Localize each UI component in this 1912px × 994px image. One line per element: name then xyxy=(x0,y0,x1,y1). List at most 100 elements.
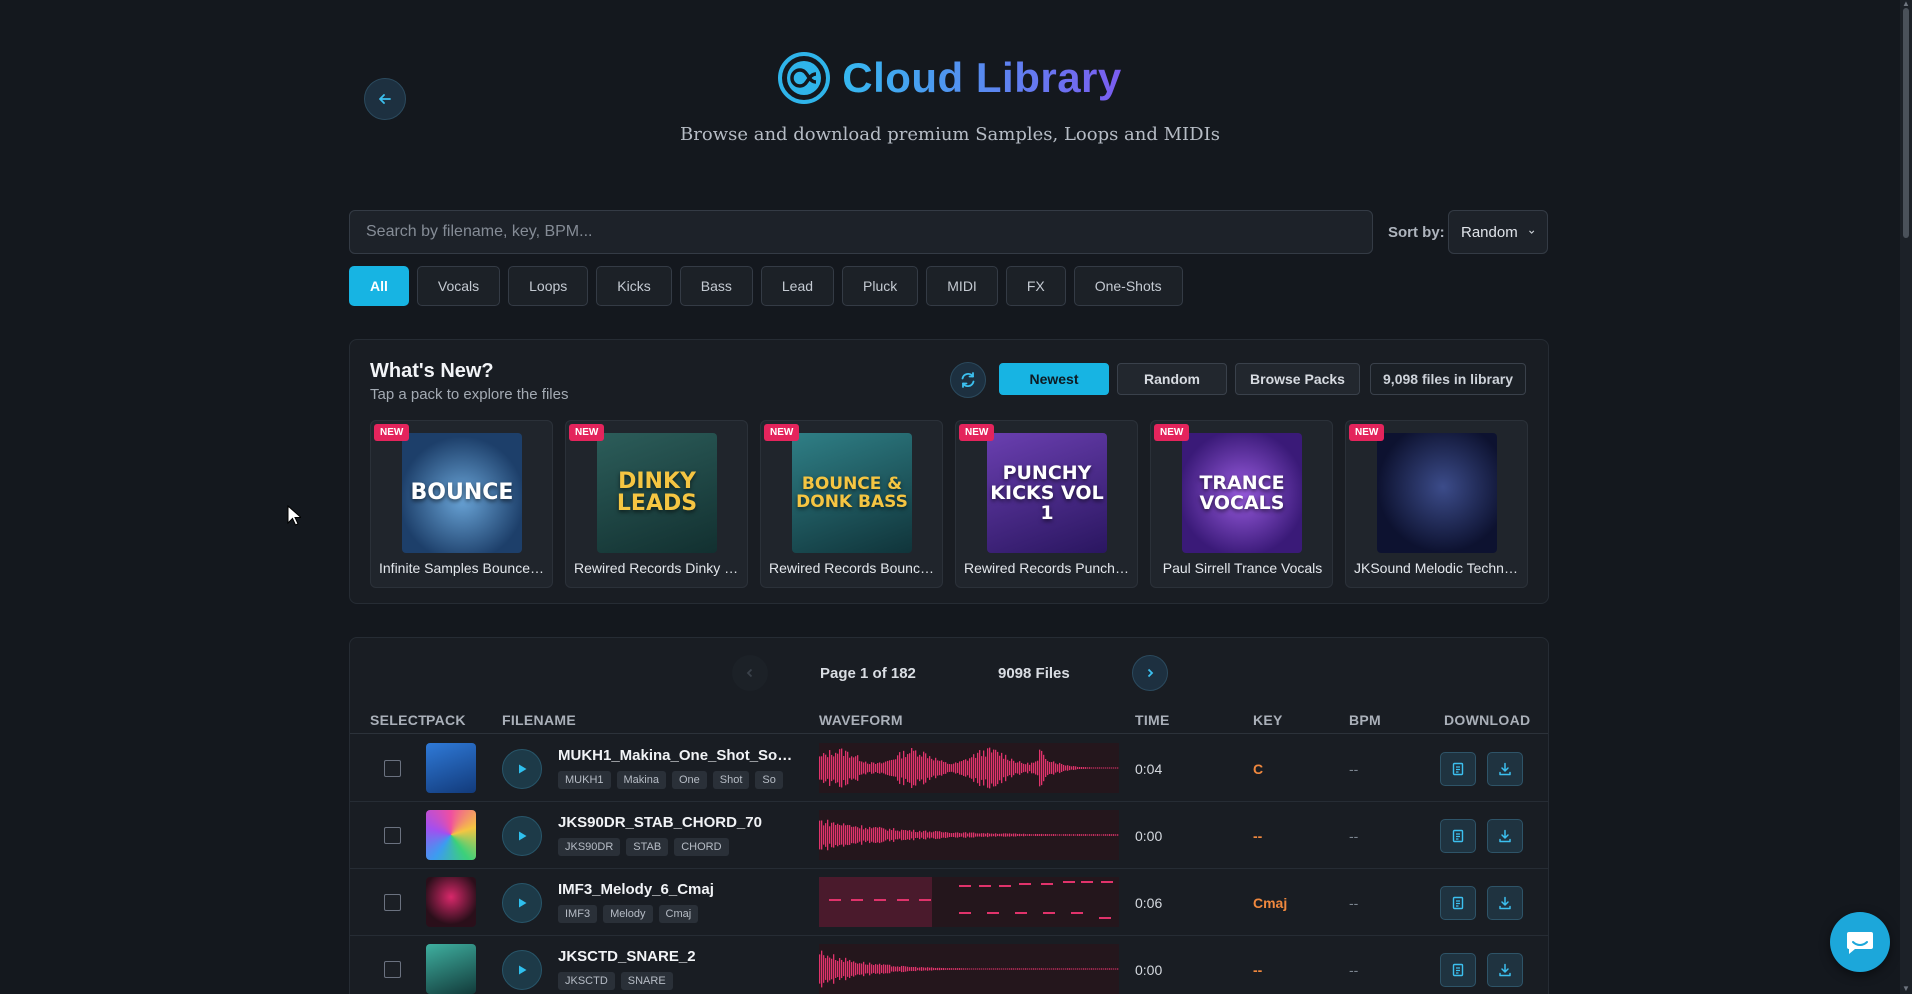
waveform[interactable] xyxy=(819,743,1119,793)
category-vocals[interactable]: Vocals xyxy=(416,266,501,306)
play-icon xyxy=(519,898,527,908)
pack-card[interactable]: PUNCHY KICKS VOL 1 NEW Rewired Records P… xyxy=(955,420,1138,588)
waveform[interactable] xyxy=(819,944,1119,994)
waveform-bar xyxy=(843,755,845,781)
waveform-bar xyxy=(953,832,955,838)
scroll-down-icon[interactable]: ▼ xyxy=(1902,985,1910,993)
waveform-bar xyxy=(857,963,859,975)
category-lead[interactable]: Lead xyxy=(760,266,835,306)
waveform-bar xyxy=(1023,763,1025,773)
waveform-bar xyxy=(825,754,827,782)
waveform-bar xyxy=(989,747,991,789)
pack-card[interactable]: BOUNCE & DONK BASS NEW Rewired Records B… xyxy=(760,420,943,588)
file-tags: JKS90DR STAB CHORD xyxy=(558,838,798,856)
pack-name: Rewired Records Bounce & Donk Bass xyxy=(769,560,936,576)
pack-artwork: BOUNCE & DONK BASS xyxy=(792,433,912,553)
waveform-bar xyxy=(967,833,969,837)
waveform-bar xyxy=(1021,834,1023,836)
select-checkbox[interactable] xyxy=(384,760,401,777)
waveform-bar xyxy=(1107,968,1109,970)
waveform[interactable] xyxy=(819,877,1119,927)
waveform[interactable] xyxy=(819,810,1119,860)
prev-page-button[interactable] xyxy=(732,655,768,691)
waveform-bar xyxy=(1065,765,1067,771)
waveform-bar xyxy=(845,825,847,845)
waveform-bar xyxy=(1057,834,1059,836)
file-name[interactable]: MUKH1_Makina_One_Shot_Sound... xyxy=(558,747,798,764)
random-button[interactable]: Random xyxy=(1117,363,1227,395)
download-button[interactable] xyxy=(1487,886,1523,920)
category-fx[interactable]: FX xyxy=(1005,266,1066,306)
waveform-bar xyxy=(1047,834,1049,836)
category-all[interactable]: All xyxy=(349,266,409,306)
waveform-bar xyxy=(905,830,907,840)
browse-packs-button[interactable]: Browse Packs xyxy=(1235,363,1360,395)
scrollbar-thumb[interactable] xyxy=(1903,8,1909,238)
waveform-bar xyxy=(857,755,859,781)
waveform-bar xyxy=(853,826,855,844)
waveform-bar xyxy=(895,966,897,972)
download-button[interactable] xyxy=(1487,819,1523,853)
newest-button[interactable]: Newest xyxy=(999,363,1109,395)
add-to-list-button[interactable] xyxy=(1440,752,1476,786)
waveform-bar xyxy=(901,965,903,973)
refresh-button[interactable] xyxy=(950,362,986,398)
sort-select[interactable]: Random xyxy=(1448,210,1548,254)
next-page-button[interactable] xyxy=(1132,655,1168,691)
chat-button[interactable] xyxy=(1830,912,1890,972)
select-checkbox[interactable] xyxy=(384,894,401,911)
waveform-bar xyxy=(1029,968,1031,970)
play-button[interactable] xyxy=(502,749,542,789)
waveform-bar xyxy=(931,967,933,971)
select-checkbox[interactable] xyxy=(384,961,401,978)
waveform-bar xyxy=(951,764,953,772)
waveform-bar xyxy=(1019,833,1021,837)
waveform-bar xyxy=(821,950,823,988)
play-button[interactable] xyxy=(502,883,542,923)
play-button[interactable] xyxy=(502,816,542,856)
pack-card[interactable]: TRANCE VOCALS NEW Paul Sirrell Trance Vo… xyxy=(1150,420,1333,588)
pack-card[interactable]: NEW JKSound Melodic Techno Kicks xyxy=(1345,420,1528,588)
add-to-list-button[interactable] xyxy=(1440,953,1476,987)
download-button[interactable] xyxy=(1487,953,1523,987)
waveform-bar xyxy=(883,964,885,974)
download-button[interactable] xyxy=(1487,752,1523,786)
scroll-up-icon[interactable]: ▲ xyxy=(1902,0,1910,8)
play-button[interactable] xyxy=(502,950,542,990)
search-input[interactable] xyxy=(349,210,1373,254)
waveform-bar xyxy=(877,762,879,774)
pack-thumbnail xyxy=(426,743,476,793)
waveform-bar xyxy=(963,968,965,970)
category-pluck[interactable]: Pluck xyxy=(842,266,919,306)
waveform-bar xyxy=(1117,834,1119,836)
waveform-bar xyxy=(1047,968,1049,970)
waveform-bar xyxy=(1083,834,1085,836)
category-bass[interactable]: Bass xyxy=(679,266,753,306)
waveform-bar xyxy=(957,968,959,970)
file-name[interactable]: JKSCTD_SNARE_2 xyxy=(558,948,798,965)
category-kicks[interactable]: Kicks xyxy=(596,266,672,306)
waveform-bar xyxy=(967,760,969,776)
file-name[interactable]: IMF3_Melody_6_Cmaj xyxy=(558,881,798,898)
waveform-bar xyxy=(1059,968,1061,970)
category-loops[interactable]: Loops xyxy=(508,266,589,306)
waveform-bar xyxy=(829,826,831,844)
waveform-bar xyxy=(831,822,833,848)
waveform-bar xyxy=(941,832,943,838)
category-one-shots[interactable]: One-Shots xyxy=(1073,266,1183,306)
category-midi[interactable]: MIDI xyxy=(926,266,998,306)
add-to-list-button[interactable] xyxy=(1440,819,1476,853)
waveform-bar xyxy=(1087,968,1089,970)
page-scrollbar[interactable]: ▲ ▼ xyxy=(1900,0,1912,994)
waveform-bar xyxy=(979,750,981,786)
waveform-bar xyxy=(935,757,937,779)
pack-card[interactable]: BOUNCE NEW Infinite Samples Bounce Bass … xyxy=(370,420,553,588)
file-name[interactable]: JKS90DR_STAB_CHORD_70 xyxy=(558,814,798,831)
select-checkbox[interactable] xyxy=(384,827,401,844)
pack-card[interactable]: DINKY LEADS NEW Rewired Records Dinky Le… xyxy=(565,420,748,588)
add-to-list-button[interactable] xyxy=(1440,886,1476,920)
waveform-bar xyxy=(1041,833,1043,837)
waveform-bar xyxy=(889,964,891,974)
waveform-bar xyxy=(849,959,851,979)
waveform-bar xyxy=(1055,834,1057,836)
